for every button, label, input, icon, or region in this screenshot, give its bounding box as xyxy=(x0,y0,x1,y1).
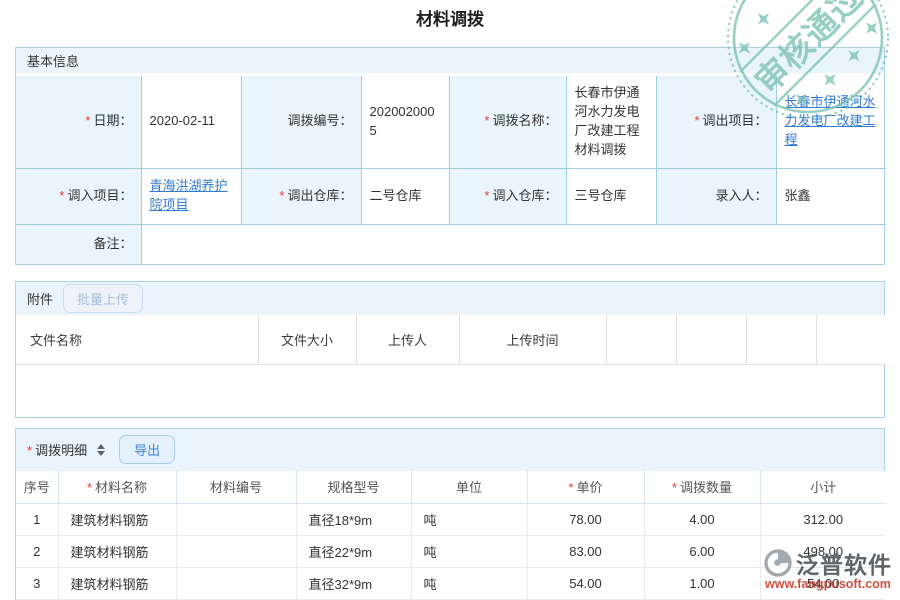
entered-by-value: 张鑫 xyxy=(776,168,886,224)
required-marker: * xyxy=(672,480,677,495)
cell-spec-model: 直径18*9m xyxy=(296,504,411,536)
batch-upload-button[interactable]: 批量上传 xyxy=(63,284,143,313)
cell-material-name: 建筑材料钢筋 xyxy=(58,536,176,568)
transfer-name-label: *调拨名称： xyxy=(449,76,566,168)
attachments-section-title: 附件 xyxy=(27,289,53,308)
col-subtotal: 小计 xyxy=(760,471,886,504)
required-marker: * xyxy=(484,188,489,203)
required-marker: * xyxy=(694,113,699,128)
sort-up-icon xyxy=(97,444,105,449)
col-empty-3 xyxy=(746,315,816,364)
cell-material-no xyxy=(176,504,296,536)
cell-unit: 吨 xyxy=(411,536,527,568)
cell-material-no xyxy=(176,568,296,600)
required-marker: * xyxy=(59,188,64,203)
detail-section-title: *调拨明细 xyxy=(27,440,87,459)
cell-spec-model: 直径32*9m xyxy=(296,568,411,600)
cell-transfer-qty: 1.00 xyxy=(644,568,760,600)
col-material-name: *材料名称 xyxy=(58,471,176,504)
cell-transfer-qty: 6.00 xyxy=(644,536,760,568)
attachments-section-header: 附件 批量上传 xyxy=(16,282,884,315)
table-row: 3 建筑材料钢筋 直径32*9m 吨 54.00 1.00 54.00 xyxy=(16,568,886,600)
col-unit-price: *单价 xyxy=(527,471,644,504)
transfer-no-label: 调拨编号： xyxy=(241,76,361,168)
table-row: 1 建筑材料钢筋 直径18*9m 吨 78.00 4.00 312.00 xyxy=(16,504,886,536)
in-project-label: *调入项目： xyxy=(16,168,141,224)
col-unit: 单位 xyxy=(411,471,527,504)
col-empty-4 xyxy=(816,315,886,364)
basic-info-section-title: 基本信息 xyxy=(27,51,79,70)
cell-subtotal: 312.00 xyxy=(760,504,886,536)
required-marker: * xyxy=(27,443,32,458)
cell-subtotal: 498.00 xyxy=(760,536,886,568)
cell-material-name: 建筑材料钢筋 xyxy=(58,504,176,536)
cell-spec-model: 直径22*9m xyxy=(296,536,411,568)
in-project-value: 青海洪湖养护院项目 xyxy=(141,168,241,224)
page-title: 材料调拨 xyxy=(0,0,900,27)
detail-section-header: *调拨明细 导出 xyxy=(16,429,884,471)
col-material-no: 材料编号 xyxy=(176,471,296,504)
required-marker: * xyxy=(568,480,573,495)
cell-subtotal: 54.00 xyxy=(760,568,886,600)
cell-transfer-qty: 4.00 xyxy=(644,504,760,536)
sort-down-icon xyxy=(97,451,105,456)
col-spec-model: 规格型号 xyxy=(296,471,411,504)
cell-unit: 吨 xyxy=(411,568,527,600)
attachments-section: 附件 批量上传 文件名称 文件大小 上传人 上传时间 xyxy=(15,281,885,418)
cell-seq: 1 xyxy=(16,504,58,536)
cell-unit-price: 78.00 xyxy=(527,504,644,536)
remarks-value[interactable] xyxy=(141,224,886,264)
transfer-name-value[interactable]: 长春市伊通河水力发电厂改建工程材料调拨 xyxy=(566,76,656,168)
col-transfer-qty: *调拨数量 xyxy=(644,471,760,504)
detail-table-header-row: 序号 *材料名称 材料编号 规格型号 单位 *单价 *调拨数量 小计 xyxy=(16,471,886,504)
col-file-name: 文件名称 xyxy=(16,315,258,364)
col-upload-time: 上传时间 xyxy=(459,315,606,364)
attachments-table: 文件名称 文件大小 上传人 上传时间 xyxy=(16,315,886,365)
attachments-empty-body xyxy=(16,365,884,417)
cell-unit-price: 83.00 xyxy=(527,536,644,568)
detail-table: 序号 *材料名称 材料编号 规格型号 单位 *单价 *调拨数量 小计 1 建筑材… xyxy=(16,471,886,600)
out-project-value: 长春市伊通河水力发电厂改建工程 xyxy=(776,76,886,168)
cell-unit-price: 54.00 xyxy=(527,568,644,600)
out-project-label: *调出项目： xyxy=(656,76,776,168)
remarks-label: 备注： xyxy=(16,224,141,264)
out-project-link[interactable]: 长春市伊通河水力发电厂改建工程 xyxy=(785,94,876,147)
transfer-no-value: 2020020005 xyxy=(361,76,449,168)
basic-info-section: 基本信息 *日期： 2020-02-11 调拨编号： 2020020005 *调… xyxy=(15,47,885,265)
cell-material-no xyxy=(176,536,296,568)
table-row: 2 建筑材料钢筋 直径22*9m 吨 83.00 6.00 498.00 xyxy=(16,536,886,568)
required-marker: * xyxy=(484,113,489,128)
in-warehouse-value[interactable]: 三号仓库 xyxy=(566,168,656,224)
sort-toggle[interactable] xyxy=(97,444,105,456)
export-button[interactable]: 导出 xyxy=(119,435,175,464)
required-marker: * xyxy=(87,480,92,495)
out-warehouse-label: *调出仓库： xyxy=(241,168,361,224)
attachments-table-header-row: 文件名称 文件大小 上传人 上传时间 xyxy=(16,315,886,364)
col-uploader: 上传人 xyxy=(356,315,459,364)
cell-seq: 3 xyxy=(16,568,58,600)
cell-seq: 2 xyxy=(16,536,58,568)
out-warehouse-value[interactable]: 二号仓库 xyxy=(361,168,449,224)
in-project-link[interactable]: 青海洪湖养护院项目 xyxy=(150,178,228,212)
detail-table-body: 1 建筑材料钢筋 直径18*9m 吨 78.00 4.00 312.00 2 建… xyxy=(16,504,886,600)
required-marker: * xyxy=(279,188,284,203)
col-empty-1 xyxy=(606,315,676,364)
detail-section: *调拨明细 导出 序号 *材料名称 材料编号 规格型号 单位 *单价 xyxy=(15,428,885,600)
entered-by-label: 录入人： xyxy=(656,168,776,224)
col-empty-2 xyxy=(676,315,746,364)
date-value[interactable]: 2020-02-11 xyxy=(141,76,241,168)
date-label: *日期： xyxy=(16,76,141,168)
in-warehouse-label: *调入仓库： xyxy=(449,168,566,224)
basic-info-section-header: 基本信息 xyxy=(16,48,884,76)
cell-unit: 吨 xyxy=(411,504,527,536)
cell-material-name: 建筑材料钢筋 xyxy=(58,568,176,600)
col-file-size: 文件大小 xyxy=(258,315,356,364)
basic-info-form: *日期： 2020-02-11 调拨编号： 2020020005 *调拨名称： … xyxy=(16,76,886,264)
col-seq: 序号 xyxy=(16,471,58,504)
required-marker: * xyxy=(85,113,90,128)
